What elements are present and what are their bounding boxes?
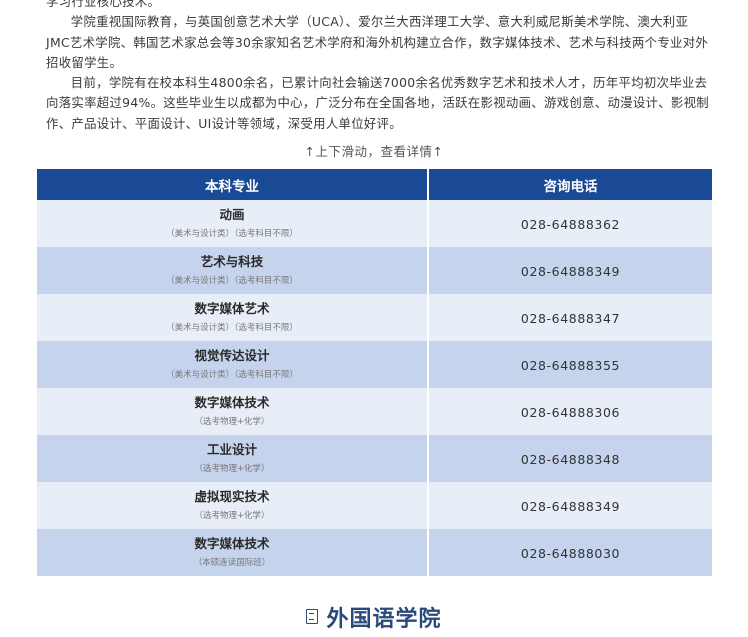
table-row: 虚拟现实技术 （选考物理+化学） 028-64888349 [37,482,712,529]
phone-cell: 028-64888349 [428,482,712,529]
section-title-text: 外国语学院 [326,607,442,632]
major-name: 工业设计 [206,441,257,457]
major-note: （选考物理+化学） [194,463,270,474]
table-row: 数字媒体技术 （本硕连读国际班） 028-64888030 [37,529,712,576]
major-name: 数字媒体技术 [194,394,270,410]
major-note: （选考物理+化学） [194,416,270,427]
phone-cell: 028-64888362 [428,200,712,247]
major-note: （选考物理+化学） [194,510,270,521]
major-cell: 艺术与科技 （美术与设计类）（选考科目不限） [37,247,429,294]
major-cell: 数字媒体技术 （本硕连读国际班） [37,529,429,576]
phone-number[interactable]: 028-64888347 [521,311,620,326]
major-name: 虚拟现实技术 [194,488,270,504]
phone-cell: 028-64888030 [428,529,712,576]
phone-cell: 028-64888306 [428,388,712,435]
major-note: （美术与设计类）（选考科目不限） [166,228,298,239]
phone-number[interactable]: 028-64888349 [521,264,620,279]
phone-cell: 028-64888348 [428,435,712,482]
major-name: 数字媒体技术 [194,535,270,551]
phone-number[interactable]: 028-64888348 [521,452,620,467]
major-note: （美术与设计类）（选考科目不限） [166,275,298,286]
header-phone: 咨询电话 [428,169,712,200]
phone-number[interactable]: 028-64888349 [521,499,620,514]
major-name: 视觉传达设计 [194,347,270,363]
intro-paragraph-1-tail: 学习行业核心技术。 [46,0,161,9]
phone-number[interactable]: 028-64888355 [521,358,620,373]
table-row: 动画 （美术与设计类）（选考科目不限） 028-64888362 [37,200,712,247]
phone-number[interactable]: 028-64888030 [521,546,620,561]
intro-paragraph-3: 目前，学院有在校本科生4800余名，已累计向社会输送7000余名优秀数字艺术和技… [46,75,709,131]
table-header-row: 本科专业 咨询电话 [37,169,712,200]
major-cell: 数字媒体艺术 （美术与设计类）（选考科目不限） [37,294,429,341]
table-row: 工业设计 （选考物理+化学） 028-64888348 [37,435,712,482]
table-row: 数字媒体技术 （选考物理+化学） 028-64888306 [37,388,712,435]
book-icon [306,609,319,624]
table-row: 视觉传达设计 （美术与设计类）（选考科目不限） 028-64888355 [37,341,712,388]
major-cell: 工业设计 （选考物理+化学） [37,435,429,482]
phone-cell: 028-64888349 [428,247,712,294]
major-name: 动画 [219,206,245,222]
phone-number[interactable]: 028-64888306 [521,405,620,420]
table-row: 艺术与科技 （美术与设计类）（选考科目不限） 028-64888349 [37,247,712,294]
phone-cell: 028-64888355 [428,341,712,388]
major-note: （美术与设计类）（选考科目不限） [166,369,298,380]
major-note: （本硕连读国际班） [193,557,271,568]
phone-cell: 028-64888347 [428,294,712,341]
header-major: 本科专业 [37,169,429,200]
major-note: （美术与设计类）（选考科目不限） [166,322,298,333]
major-cell: 视觉传达设计 （美术与设计类）（选考科目不限） [37,341,429,388]
major-cell: 虚拟现实技术 （选考物理+化学） [37,482,429,529]
major-name: 数字媒体艺术 [194,300,270,316]
table-row: 数字媒体艺术 （美术与设计类）（选考科目不限） 028-64888347 [37,294,712,341]
major-name: 艺术与科技 [200,253,264,269]
intro-text: 学习行业核心技术。 学院重视国际教育，与英国创意艺术大学（UCA）、爱尔兰大西洋… [46,0,712,134]
major-cell: 数字媒体技术 （选考物理+化学） [37,388,429,435]
section-title: 外国语学院 [0,601,748,633]
intro-paragraph-2: 学院重视国际教育，与英国创意艺术大学（UCA）、爱尔兰大西洋理工大学、意大利威尼… [46,14,709,70]
majors-table[interactable]: 本科专业 咨询电话 动画 （美术与设计类）（选考科目不限） 028-64888362… [37,169,712,576]
phone-number[interactable]: 028-64888362 [521,217,620,232]
table-body: 动画 （美术与设计类）（选考科目不限） 028-64888362 艺术与科技 （美术与设… [37,200,712,576]
scroll-hint: ↑上下滑动，查看详情↑ [304,144,444,159]
major-cell: 动画 （美术与设计类）（选考科目不限） [37,200,429,247]
